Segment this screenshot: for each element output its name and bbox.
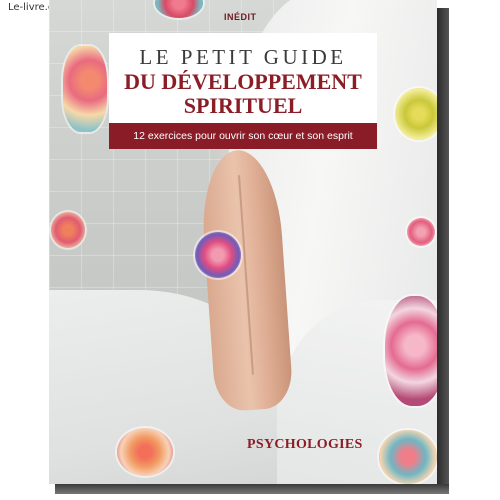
publisher-logo: PSYCHOLOGIES xyxy=(247,437,363,452)
title-line-2: DU DÉVELOPPEMENT xyxy=(124,69,362,94)
badge-inedit: INÉDIT xyxy=(224,12,257,22)
title-line-3: SPIRITUEL xyxy=(183,93,303,118)
book-edge-shadow xyxy=(437,8,449,484)
floral-disc xyxy=(63,46,107,132)
title-line-1: LE PETIT GUIDE xyxy=(139,45,347,69)
floral-disc xyxy=(51,212,85,248)
floral-disc xyxy=(117,428,173,476)
book-bottom-shadow xyxy=(55,484,449,494)
subtitle-bar: 12 exercices pour ouvrir son cœur et son… xyxy=(109,123,377,149)
floral-disc xyxy=(407,218,435,246)
book-cover: INÉDIT LE PETIT GUIDE DU DÉVELOPPEMENT S… xyxy=(49,0,437,484)
floral-disc xyxy=(379,430,437,484)
floral-disc xyxy=(395,88,437,140)
title-box: LE PETIT GUIDE DU DÉVELOPPEMENT SPIRITUE… xyxy=(109,33,377,123)
floral-disc xyxy=(195,232,241,278)
floral-disc xyxy=(385,296,437,406)
